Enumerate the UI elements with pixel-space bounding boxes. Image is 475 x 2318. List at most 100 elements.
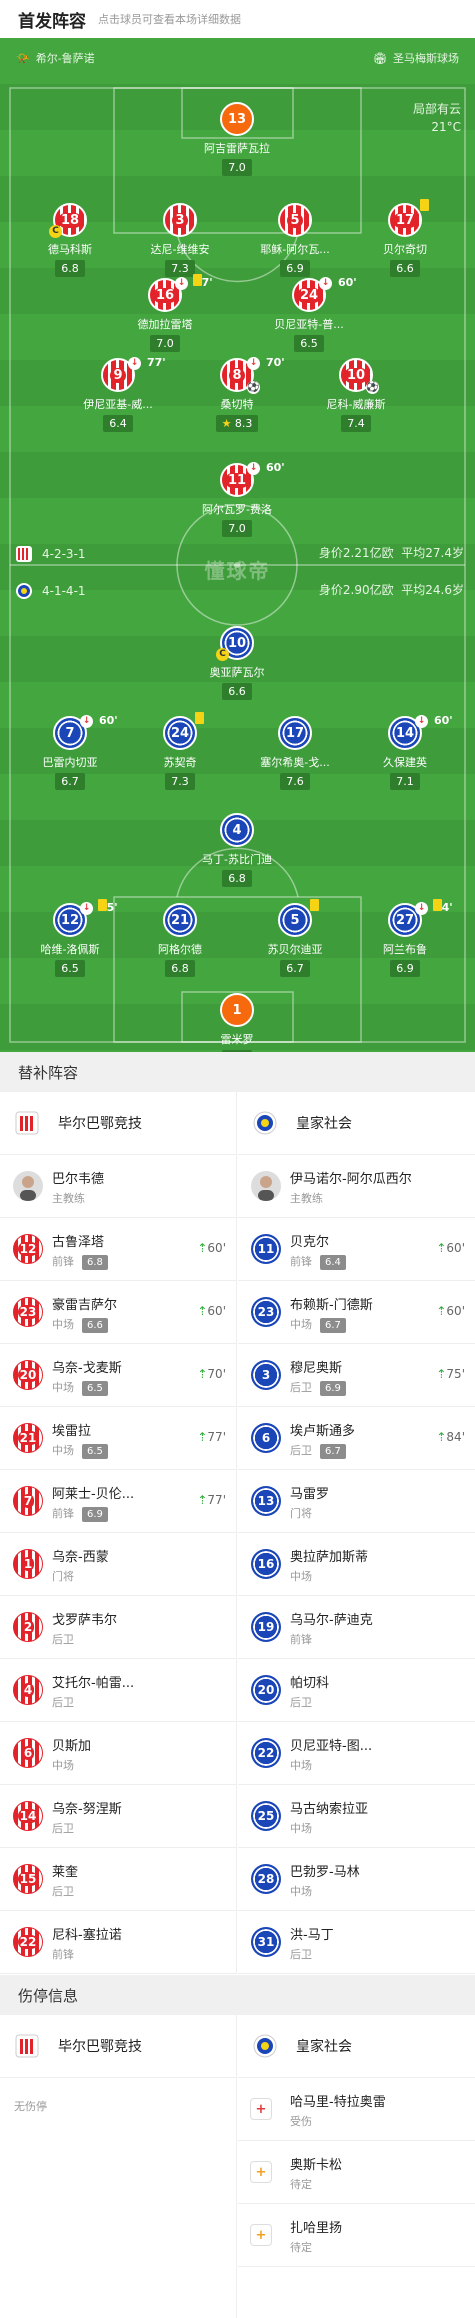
sub-player-row[interactable]: 4 艾托尔-帕雷... 后卫 <box>0 1659 236 1722</box>
sub-player-row[interactable]: 23 布赖斯-门德斯 中场 6.7 ⇡60' <box>238 1281 475 1344</box>
sub-number: 16 <box>257 1557 275 1571</box>
home-player[interactable]: 3 达尼-维维安 7.3 <box>125 203 235 277</box>
player-shirt-icon[interactable]: 3 <box>163 203 197 237</box>
sub-player-row[interactable]: 20 帕切科 后卫 <box>238 1659 475 1722</box>
away-player[interactable]: 12 ↓ 75' 哈维-洛佩斯 6.5 <box>15 899 125 977</box>
away-player[interactable]: 10 C 奥亚萨瓦尔 6.6 <box>182 626 292 700</box>
sub-player-row[interactable]: 31 洪-马丁 后卫 <box>238 1911 475 1974</box>
away-player[interactable]: 27 ↓ 84' 阿兰布鲁 6.9 <box>350 899 460 977</box>
player-number: 17 <box>392 212 418 228</box>
player-shirt-icon[interactable]: 14 ↓ 60' <box>388 714 453 750</box>
player-name: 贝尼亚特-普... <box>274 318 344 331</box>
sub-player-row[interactable]: 20 乌奈-戈麦斯 中场 6.5 ⇡70' <box>0 1344 236 1407</box>
sub-number: 21 <box>17 1431 39 1445</box>
injury-row[interactable]: + 奥斯卡松 待定 <box>238 2141 475 2204</box>
injury-row[interactable]: + 扎哈里扬 待定 <box>238 2204 475 2267</box>
player-shirt-icon[interactable]: 10 ⚽ <box>339 358 379 394</box>
home-player[interactable]: 13 阿吉雷萨瓦拉 7.0 <box>182 102 292 176</box>
sub-player-row[interactable]: 7 阿莱士-贝伦... 前锋 6.9 ⇡77' <box>0 1470 236 1533</box>
sub-number: 23 <box>17 1305 39 1319</box>
player-shirt-icon[interactable]: 18 C <box>49 203 87 238</box>
sub-position: 中场 6.5 <box>52 1379 108 1396</box>
sub-player-row[interactable]: 28 巴勃罗-马林 中场 <box>238 1848 475 1911</box>
player-shirt-icon[interactable]: 8 ↓ 70' ⚽ <box>220 356 285 394</box>
player-shirt-icon[interactable]: 24 <box>163 712 204 750</box>
away-player[interactable]: 4 马丁-苏比门迪 6.8 <box>182 813 292 887</box>
sub-on-minute: 60' <box>446 1304 465 1318</box>
sub-number: 14 <box>17 1809 39 1823</box>
sub-player-row[interactable]: 14 乌奈-努涅斯 后卫 <box>0 1785 236 1848</box>
sub-player-row[interactable]: 23 豪雷吉萨尔 中场 6.6 ⇡60' <box>0 1281 236 1344</box>
sub-player-row[interactable]: 16 奥拉萨加斯蒂 中场 <box>238 1533 475 1596</box>
sub-on-icon: ⇡ <box>436 1430 447 1444</box>
sub-player-row[interactable]: 1 乌奈-西蒙 门将 <box>0 1533 236 1596</box>
sub-player-row[interactable]: 6 埃卢斯通多 后卫 6.7 ⇡84' <box>238 1407 475 1470</box>
player-name: 奥亚萨瓦尔 <box>209 666 265 679</box>
sub-player-row[interactable]: 6 贝斯加 中场 <box>0 1722 236 1785</box>
player-shirt-icon[interactable]: 5 <box>278 899 319 937</box>
player-shirt-icon[interactable]: 4 <box>220 813 254 847</box>
away-player[interactable]: 7 ↓ 60' 巴雷内切亚 6.7 <box>15 714 125 790</box>
home-player[interactable]: 18 C 德马科斯 6.8 <box>15 203 125 277</box>
player-number: 27 <box>395 912 415 928</box>
injury-row[interactable]: + 哈马里-特拉奥雷 受伤 <box>238 2078 475 2141</box>
player-shirt-icon[interactable]: 27 ↓ 84' <box>388 899 453 937</box>
sub-rating: 6.6 <box>82 1318 108 1333</box>
sub-player-row[interactable]: 25 马古纳索拉亚 中场 <box>238 1785 475 1848</box>
sub-position-text: 中场 <box>290 1822 312 1835</box>
player-shirt-icon[interactable]: 16 ↓ 77' <box>148 274 213 312</box>
rating-value: 7.0 <box>228 522 246 535</box>
player-shirt-icon[interactable]: 17 <box>388 199 429 237</box>
sub-player-row[interactable]: 13 马雷罗 门将 <box>238 1470 475 1533</box>
captain-badge-icon: C <box>49 225 62 238</box>
sub-number: 19 <box>257 1620 275 1634</box>
away-player[interactable]: 21 阿格尔德 6.8 <box>125 903 235 977</box>
sub-player-row[interactable]: 12 古鲁泽塔 前锋 6.8 ⇡60' <box>0 1218 236 1281</box>
sub-position: 中场 6.7 <box>290 1316 346 1333</box>
sub-on-minute: 84' <box>446 1430 465 1444</box>
away-player[interactable]: 1雷米罗6.9 <box>182 993 292 1052</box>
home-player[interactable]: 9 ↓ 77' 伊尼亚基-威... 6.4 <box>63 356 173 432</box>
sub-player-row[interactable]: 3 穆尼奥斯 后卫 6.9 ⇡75' <box>238 1344 475 1407</box>
sub-number: 31 <box>257 1935 275 1949</box>
home-player[interactable]: 24 ↓ 60' 贝尼亚特-普... 6.5 <box>254 276 364 352</box>
player-shirt-icon[interactable]: 21 <box>163 903 197 937</box>
player-shirt-icon[interactable]: 10 C <box>216 626 254 661</box>
sub-player-row[interactable]: 巴尔韦德 主教练 <box>0 1155 236 1218</box>
player-shirt-icon[interactable]: 11 ↓ 60' <box>220 461 285 497</box>
away-player[interactable]: 5 苏贝尔迪亚 6.7 <box>240 899 350 977</box>
player-shirt-icon[interactable]: 5 <box>278 203 312 237</box>
home-player[interactable]: 11 ↓ 60' 阿尔瓦罗-费洛 7.0 <box>182 461 292 537</box>
player-shirt-icon[interactable]: 13 <box>220 102 254 136</box>
player-shirt-icon[interactable]: 7 ↓ 60' <box>53 714 118 750</box>
sub-player-row[interactable]: 2 戈罗萨韦尔 后卫 <box>0 1596 236 1659</box>
player-shirt-icon[interactable]: 12 ↓ 75' <box>53 899 118 937</box>
away-injury-column: 皇家社会 + 哈马里-特拉奥雷 受伤 + 奥斯卡松 待定 + 扎哈里扬 待定 <box>238 2015 475 2267</box>
player-rating: 6.7 <box>280 960 310 977</box>
sub-player-row[interactable]: 伊马诺尔-阿尔瓜西尔 主教练 <box>238 1155 475 1218</box>
sub-player-row[interactable]: 22 尼科-塞拉诺 前锋 <box>0 1911 236 1974</box>
sub-on-minute: 70' <box>207 1367 226 1381</box>
away-player[interactable]: 24 苏契奇 7.3 <box>125 712 235 790</box>
home-player[interactable]: 17 贝尔奇切 6.6 <box>350 199 460 277</box>
sub-name: 伊马诺尔-阿尔瓜西尔 <box>290 1172 412 1187</box>
player-shirt-icon[interactable]: 24 ↓ 60' <box>292 276 357 312</box>
away-player[interactable]: 17 塞尔希奥-戈... 7.6 <box>240 716 350 790</box>
player-shirt-icon[interactable]: 1 <box>220 993 254 1027</box>
player-shirt-icon[interactable]: 9 ↓ 77' <box>101 356 166 392</box>
sub-player-row[interactable]: 15 莱奎 后卫 <box>0 1848 236 1911</box>
away-player[interactable]: 14 ↓ 60' 久保建英 7.1 <box>350 714 460 790</box>
home-player[interactable]: 5 耶稣-阿尔瓦... 6.9 <box>240 203 350 277</box>
home-player[interactable]: 16 ↓ 77' 德加拉雷塔 7.0 <box>110 274 220 352</box>
home-player[interactable]: 10 ⚽ 尼科-威廉斯 7.4 <box>301 358 411 432</box>
sub-player-row[interactable]: 21 埃雷拉 中场 6.5 ⇡77' <box>0 1407 236 1470</box>
sub-player-row[interactable]: 19 乌马尔-萨迪克 前锋 <box>238 1596 475 1659</box>
sub-number: 6 <box>261 1431 271 1445</box>
player-shirt-icon[interactable]: 17 <box>278 716 312 750</box>
sub-player-row[interactable]: 11 贝克尔 前锋 6.4 ⇡60' <box>238 1218 475 1281</box>
home-player[interactable]: 8 ↓ 70' ⚽ 桑切特 ★ 8.3 <box>182 356 292 432</box>
rating-value: 6.6 <box>228 685 246 698</box>
sub-player-row[interactable]: 22 贝尼亚特-图... 中场 <box>238 1722 475 1785</box>
player-rating: 6.6 <box>390 260 420 277</box>
player-name: 久保建英 <box>383 756 427 769</box>
